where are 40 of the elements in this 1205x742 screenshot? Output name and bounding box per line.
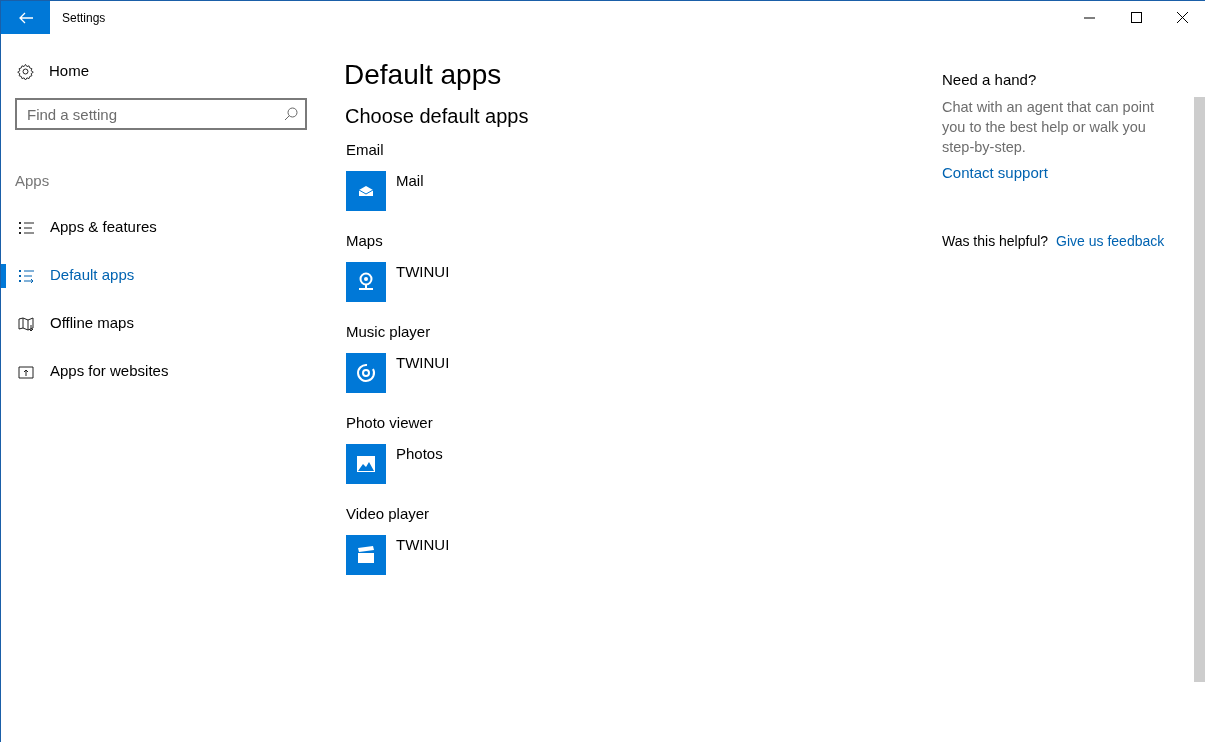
close-icon bbox=[1176, 12, 1188, 23]
feedback-link[interactable]: Give us feedback bbox=[1056, 231, 1165, 252]
category-label: Video player bbox=[346, 504, 430, 524]
search-field[interactable]: Find a setting bbox=[15, 98, 307, 130]
settings-icon bbox=[17, 62, 34, 80]
map-pin-icon bbox=[346, 262, 386, 302]
clapperboard-icon bbox=[346, 535, 386, 575]
default-app-button[interactable]: Mail bbox=[346, 171, 424, 211]
helpful-question: Was this helpful? bbox=[942, 232, 1049, 251]
category-label: Music player bbox=[346, 322, 431, 342]
list-arrow-icon bbox=[18, 267, 35, 284]
section-heading: Apps bbox=[15, 171, 51, 191]
nav-item[interactable]: Offline maps bbox=[50, 312, 134, 335]
contact-support-link[interactable]: Contact support bbox=[942, 163, 1048, 183]
help-title: Need a hand? bbox=[942, 70, 1038, 90]
search-icon bbox=[284, 107, 298, 121]
back-arrow-icon bbox=[18, 11, 33, 24]
maximize-icon bbox=[1130, 12, 1142, 23]
category-label: Email bbox=[346, 140, 384, 160]
page-title: Default apps bbox=[344, 58, 502, 92]
nav-item[interactable]: Apps for websites bbox=[50, 360, 169, 383]
section-title: Choose default apps bbox=[345, 104, 529, 129]
back-button[interactable] bbox=[1, 1, 50, 34]
default-app-button[interactable]: TWINUI bbox=[346, 535, 450, 575]
category-label: Photo viewer bbox=[346, 413, 433, 433]
envelope-icon bbox=[346, 171, 386, 211]
nav-item[interactable]: Default apps bbox=[50, 264, 135, 287]
category-label: Maps bbox=[346, 231, 383, 251]
default-app-button[interactable]: TWINUI bbox=[346, 353, 450, 393]
minimize-icon bbox=[1084, 16, 1096, 19]
help-text: Chat with an agent that can point you to the best help or walk you step-by-step. bbox=[942, 98, 1155, 157]
nav-item[interactable]: Apps & features bbox=[50, 216, 157, 239]
map-icon bbox=[18, 315, 35, 332]
scrollbar[interactable] bbox=[1194, 97, 1205, 682]
window-title: Settings bbox=[62, 9, 106, 27]
list-icon bbox=[18, 219, 35, 236]
image-icon bbox=[346, 444, 386, 484]
home-link[interactable]: Home bbox=[49, 59, 89, 83]
default-app-button[interactable]: TWINUI bbox=[346, 262, 450, 302]
default-app-button[interactable]: Photos bbox=[346, 444, 443, 484]
